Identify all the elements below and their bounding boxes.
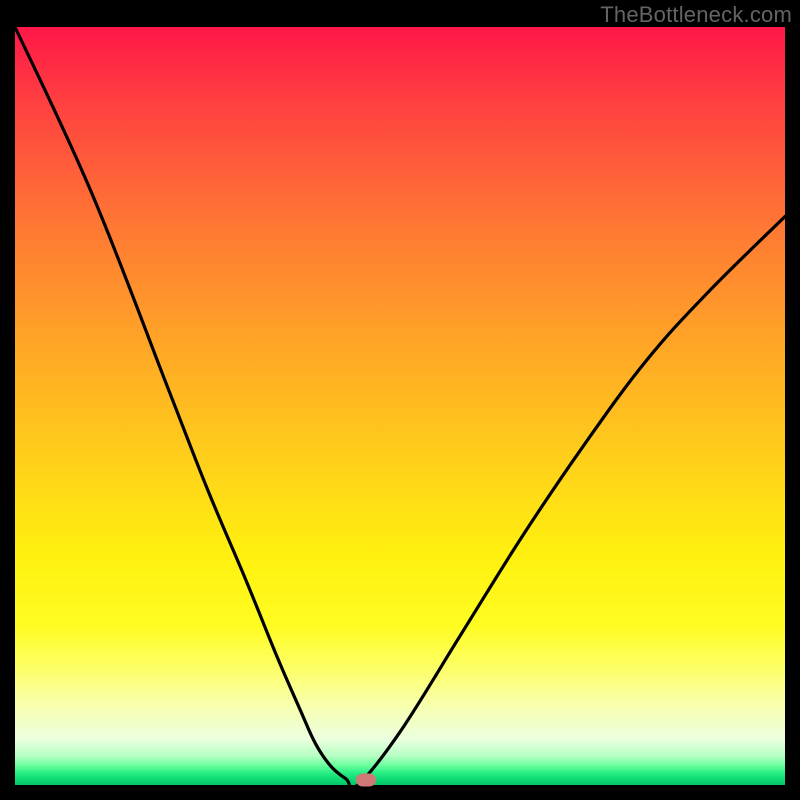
watermark-label: TheBottleneck.com xyxy=(600,2,792,28)
chart-frame: TheBottleneck.com xyxy=(0,0,800,800)
optimal-point-marker xyxy=(356,774,376,787)
bottleneck-curve xyxy=(15,27,785,785)
plot-area xyxy=(15,27,785,785)
curve-svg xyxy=(15,27,785,785)
